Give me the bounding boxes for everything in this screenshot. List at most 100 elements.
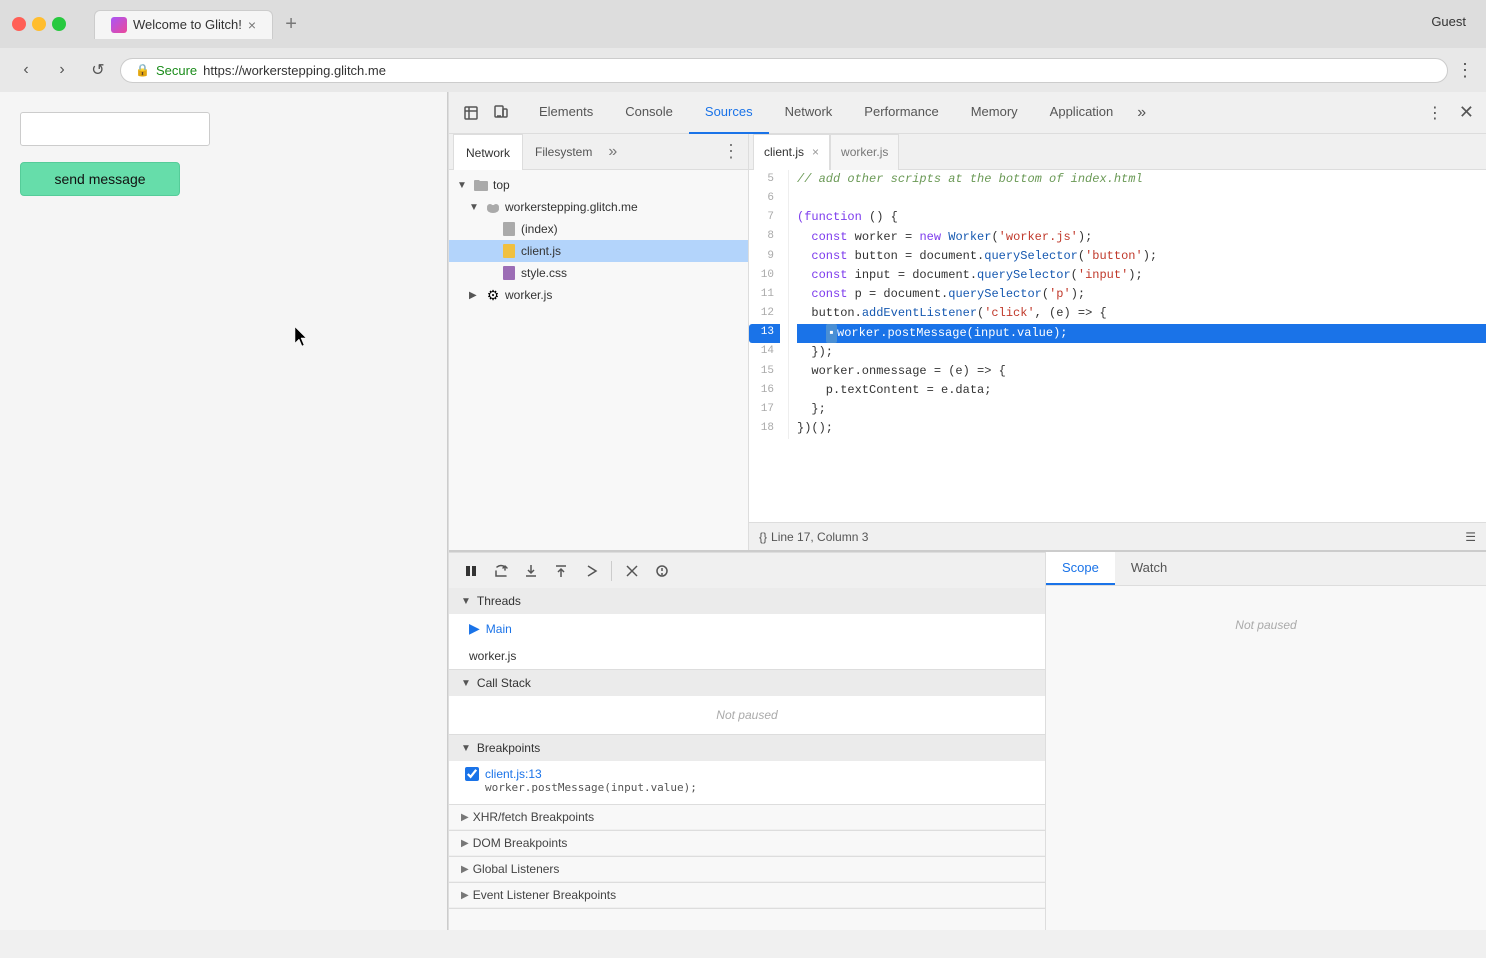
refresh-button[interactable]: ↺ xyxy=(84,56,112,84)
forward-button[interactable]: › xyxy=(48,56,76,84)
close-button[interactable] xyxy=(12,17,26,31)
code-line-5: // add other scripts at the bottom of in… xyxy=(797,170,1486,189)
file-tree: ▼ top ▼ workerstepping.gl xyxy=(449,170,748,550)
breakpoint-checkbox-1[interactable] xyxy=(465,767,479,781)
global-listeners-header[interactable]: ▶ Global Listeners xyxy=(449,857,1045,882)
tree-item-stylecss[interactable]: ▶ style.css xyxy=(449,262,748,284)
xhr-breakpoints-header[interactable]: ▶ XHR/fetch Breakpoints xyxy=(449,805,1045,830)
tab-console[interactable]: Console xyxy=(609,92,689,134)
step-out-button[interactable] xyxy=(547,557,575,585)
pause-button[interactable] xyxy=(457,557,485,585)
deactivate-breakpoints-button[interactable] xyxy=(618,557,646,585)
ln-5: 5 xyxy=(749,170,780,189)
file-icon-index xyxy=(501,221,517,237)
thread-workerjs[interactable]: worker.js xyxy=(449,643,1045,669)
editor-tab-clientjs[interactable]: client.js × xyxy=(753,134,830,170)
tree-item-workerjs[interactable]: ▶ ⚙ worker.js xyxy=(449,284,748,306)
page-content: send message xyxy=(0,92,448,930)
callstack-arrow: ▼ xyxy=(461,678,471,689)
dom-label: DOM Breakpoints xyxy=(473,836,568,850)
step-over-button[interactable] xyxy=(487,557,515,585)
threads-content: ▶ Main worker.js xyxy=(449,614,1045,669)
step-into-button[interactable] xyxy=(517,557,545,585)
pause-on-exceptions-button[interactable] xyxy=(648,557,676,585)
status-bar-right-icon: ☰ xyxy=(1465,530,1476,544)
code-line-10: const input = document.querySelector('in… xyxy=(797,266,1486,285)
code-text[interactable]: // add other scripts at the bottom of in… xyxy=(789,170,1486,439)
tab-sources[interactable]: Sources xyxy=(689,92,769,134)
callstack-not-paused: Not paused xyxy=(449,696,1045,734)
devtools-tabs: Elements Console Sources Network Perform… xyxy=(523,92,1423,134)
tab-close-button[interactable]: × xyxy=(248,17,256,33)
breakpoints-content: client.js:13 worker.postMessage(input.va… xyxy=(449,761,1045,804)
watch-tab[interactable]: Watch xyxy=(1115,552,1183,585)
breakpoints-arrow: ▼ xyxy=(461,743,471,754)
status-bar-text: Line 17, Column 3 xyxy=(771,530,868,544)
tab-performance[interactable]: Performance xyxy=(848,92,954,134)
code-line-7: (function () { xyxy=(797,208,1486,227)
tree-item-top[interactable]: ▼ top xyxy=(449,174,748,196)
tab-favicon xyxy=(111,17,127,33)
sources-tab-menu[interactable]: ⋮ xyxy=(722,141,740,162)
maximize-button[interactable] xyxy=(52,17,66,31)
inspector-icon[interactable] xyxy=(457,99,485,127)
breakpoint-file-1: client.js:13 xyxy=(485,767,542,781)
address-input[interactable]: 🔒 Secure https://workerstepping.glitch.m… xyxy=(120,58,1448,83)
ln-12: 12 xyxy=(749,304,780,323)
tree-label-top: top xyxy=(493,178,510,192)
ln-18: 18 xyxy=(749,419,780,438)
code-line-13: ▪worker.postMessage(input.value); xyxy=(797,324,1486,343)
tree-item-index[interactable]: ▶ (index) xyxy=(449,218,748,240)
new-tab-button[interactable]: + xyxy=(273,11,309,39)
global-listeners-section: ▶ Global Listeners xyxy=(449,857,1045,883)
message-input[interactable] xyxy=(20,112,210,146)
back-button[interactable]: ‹ xyxy=(12,56,40,84)
tree-label-index: (index) xyxy=(521,222,558,236)
more-tabs-button[interactable]: » xyxy=(1129,104,1154,122)
thread-workerjs-label: worker.js xyxy=(469,649,516,663)
browser-tab[interactable]: Welcome to Glitch! × xyxy=(94,10,273,39)
send-message-button[interactable]: send message xyxy=(20,162,180,196)
line-numbers: 5 6 7 8 9 10 11 12 13 14 15 xyxy=(749,170,789,439)
devtools-menu-button[interactable]: ⋮ xyxy=(1423,103,1447,123)
event-listener-header[interactable]: ▶ Event Listener Breakpoints xyxy=(449,883,1045,908)
editor-tab-clientjs-label: client.js xyxy=(764,145,804,159)
tab-application[interactable]: Application xyxy=(1034,92,1130,134)
tab-title: Welcome to Glitch! xyxy=(133,17,242,32)
tab-elements[interactable]: Elements xyxy=(523,92,609,134)
devtools-close-button[interactable]: ✕ xyxy=(1455,102,1478,123)
tree-item-domain[interactable]: ▼ workerstepping.glitch.me xyxy=(449,196,748,218)
code-content[interactable]: 5 6 7 8 9 10 11 12 13 14 15 xyxy=(749,170,1486,522)
threads-header[interactable]: ▼ Threads xyxy=(449,588,1045,614)
editor-tab-clientjs-close[interactable]: × xyxy=(812,145,819,159)
callstack-header[interactable]: ▼ Call Stack xyxy=(449,670,1045,696)
tree-label-clientjs: client.js xyxy=(521,244,561,258)
dom-breakpoints-header[interactable]: ▶ DOM Breakpoints xyxy=(449,831,1045,856)
sources-more-tabs[interactable]: » xyxy=(608,143,617,161)
tab-network[interactable]: Network xyxy=(769,92,849,134)
sources-tab-filesystem[interactable]: Filesystem xyxy=(523,134,604,170)
editor-tab-workerjs[interactable]: worker.js xyxy=(830,134,899,170)
sources-left-panel: Network Filesystem » ⋮ ▼ top xyxy=(449,134,749,550)
device-mode-icon[interactable] xyxy=(487,99,515,127)
thread-main[interactable]: ▶ Main xyxy=(449,614,1045,643)
event-listener-section: ▶ Event Listener Breakpoints xyxy=(449,883,1045,909)
ln-6: 6 xyxy=(749,189,780,208)
sources-tab-network[interactable]: Network xyxy=(453,134,523,170)
code-line-14: }); xyxy=(797,343,1486,362)
scope-not-paused: Not paused xyxy=(1058,598,1474,652)
thread-main-label: Main xyxy=(486,622,512,636)
scope-tab[interactable]: Scope xyxy=(1046,552,1115,585)
tab-memory[interactable]: Memory xyxy=(955,92,1034,134)
ln-8: 8 xyxy=(749,228,780,247)
breakpoints-header[interactable]: ▼ Breakpoints xyxy=(449,735,1045,761)
resume-button[interactable] xyxy=(577,557,605,585)
tree-item-clientjs[interactable]: ▶ client.js xyxy=(449,240,748,262)
thread-main-arrow: ▶ xyxy=(469,620,480,637)
code-line-9: const button = document.querySelector('b… xyxy=(797,247,1486,266)
threads-arrow: ▼ xyxy=(461,596,471,607)
tree-label-domain: workerstepping.glitch.me xyxy=(505,200,638,214)
devtools-panel: Elements Console Sources Network Perform… xyxy=(448,92,1486,930)
browser-menu-button[interactable]: ⋮ xyxy=(1456,60,1474,81)
minimize-button[interactable] xyxy=(32,17,46,31)
